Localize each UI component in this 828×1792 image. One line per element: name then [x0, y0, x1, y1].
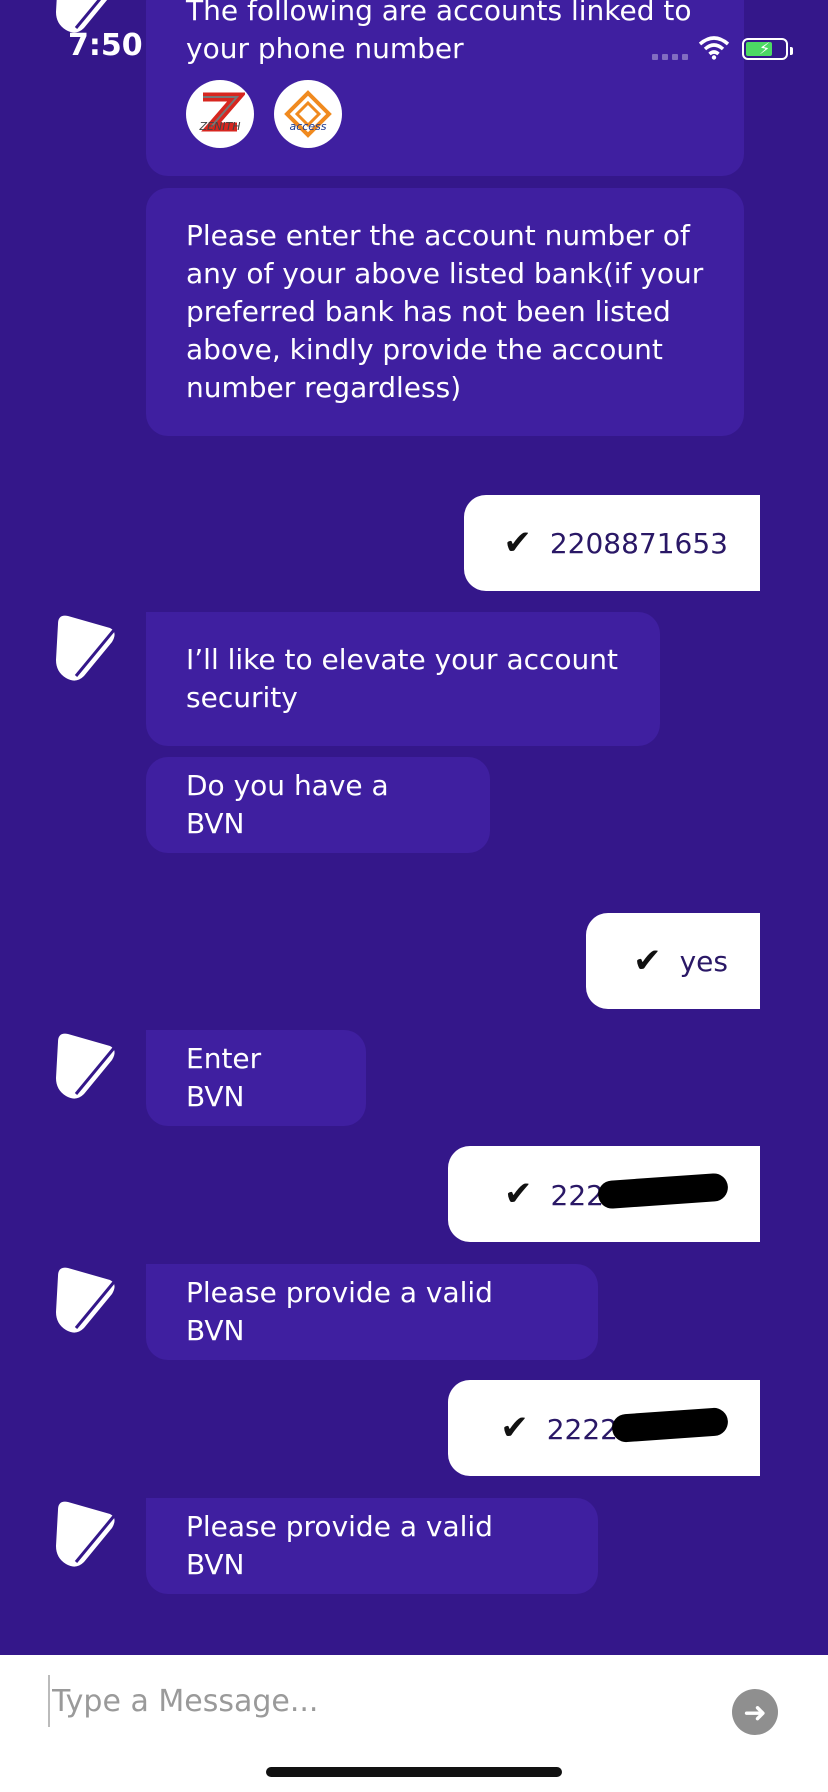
- user-yes-text: yes: [679, 944, 728, 978]
- ask-bvn-text: Do you have a BVN: [186, 769, 389, 840]
- elevate-security-text: I’ll like to elevate your account securi…: [186, 643, 619, 714]
- message-composer: ➜: [0, 1655, 828, 1792]
- user-bvn-1-visible: 222: [550, 1178, 604, 1212]
- send-button[interactable]: ➜: [732, 1689, 778, 1735]
- cellular-signal-icon: [652, 54, 688, 60]
- chat-thread[interactable]: The following are accounts linked to you…: [0, 0, 828, 1655]
- user-bvn-2-visible: 2222: [546, 1412, 618, 1446]
- bot-message-elevate: I’ll like to elevate your account securi…: [146, 612, 660, 746]
- bot-avatar-icon: [56, 615, 116, 681]
- invalid-bvn-2-text: Please provide a valid BVN: [186, 1510, 493, 1581]
- user-bvn-1-text: 222: [550, 1171, 729, 1212]
- status-bar: 7:50 ⚡: [0, 0, 828, 100]
- wifi-icon: [698, 36, 730, 60]
- check-icon: ✔: [633, 941, 662, 981]
- bot-message-enter-bvn: Enter BVN: [146, 1030, 366, 1126]
- bot-avatar-icon: [56, 1501, 116, 1567]
- user-message-bvn-1: ✔ 222: [448, 1146, 760, 1242]
- arrow-right-icon: ➜: [743, 1695, 767, 1729]
- bot-message-invalid-bvn-2: Please provide a valid BVN: [146, 1498, 598, 1594]
- home-indicator[interactable]: [266, 1767, 562, 1777]
- check-icon: ✔: [503, 523, 532, 563]
- bot-message-invalid-bvn-1: Please provide a valid BVN: [146, 1264, 598, 1360]
- enter-bvn-text: Enter BVN: [186, 1042, 262, 1113]
- user-message-yes: ✔ yes: [586, 913, 760, 1009]
- user-message-bvn-2: ✔ 2222: [448, 1380, 760, 1476]
- battery-charging-icon: ⚡: [742, 38, 793, 60]
- invalid-bvn-1-text: Please provide a valid BVN: [186, 1276, 493, 1347]
- redaction-scribble: [597, 1171, 729, 1210]
- bot-message-ask-bvn: Do you have a BVN: [146, 757, 490, 853]
- bot-avatar-icon: [56, 1267, 116, 1333]
- bot-message-enter-account: Please enter the account number of any o…: [146, 188, 744, 436]
- user-bvn-2-text: 2222: [546, 1406, 729, 1446]
- message-input[interactable]: [48, 1675, 694, 1727]
- status-time: 7:50: [68, 28, 143, 63]
- check-icon: ✔: [500, 1408, 529, 1448]
- user-message-account: ✔ 2208871653: [464, 495, 760, 591]
- redaction-scribble: [611, 1406, 729, 1443]
- bot-avatar-icon: [56, 1033, 116, 1099]
- zenith-bank-name: ZENITH: [199, 120, 241, 133]
- user-account-text: 2208871653: [549, 526, 728, 560]
- check-icon: ✔: [504, 1174, 533, 1214]
- enter-account-text: Please enter the account number of any o…: [186, 219, 704, 404]
- access-bank-name: access: [289, 120, 327, 133]
